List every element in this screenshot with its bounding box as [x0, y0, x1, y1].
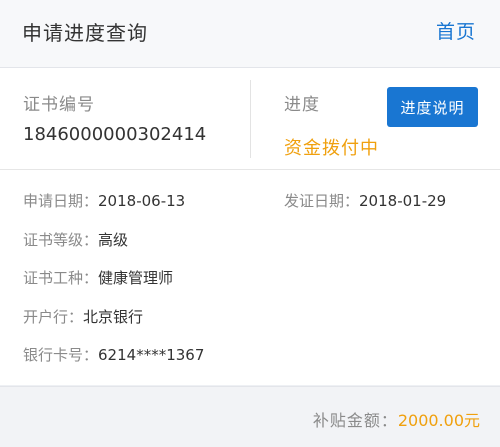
certificate-summary: 证书编号 1846000000302414 进度 进度说明 资金拨付中 — [0, 68, 500, 170]
subsidy-amount-label: 补贴金额： — [312, 411, 398, 430]
subsidy-footer: 补贴金额：2000.00元 — [0, 386, 500, 447]
certificate-type-label: 证书工种： — [23, 269, 99, 287]
bank-value: 北京银行 — [83, 308, 144, 326]
certificate-type-value: 健康管理师 — [98, 269, 174, 287]
card-number-value: 6214****1367 — [98, 346, 205, 364]
apply-date-value: 2018-06-13 — [98, 192, 186, 210]
certificate-level-label: 证书等级： — [23, 231, 99, 249]
issue-date-row: 发证日期：2018-01-29 — [284, 190, 446, 211]
application-details: 申请日期：2018-06-13 发证日期：2018-01-29 证书等级：高级 … — [0, 170, 500, 385]
apply-date-row: 申请日期：2018-06-13 — [23, 190, 185, 211]
progress-label: 进度 — [284, 95, 320, 115]
progress-status: 资金拨付中 — [284, 138, 379, 159]
summary-divider — [250, 80, 251, 158]
card-number-row: 银行卡号：6214****1367 — [23, 344, 204, 365]
certificate-number-value: 1846000000302414 — [23, 124, 207, 145]
certificate-level-value: 高级 — [98, 231, 129, 249]
home-link[interactable]: 首页 — [436, 17, 476, 44]
page-title: 申请进度查询 — [22, 21, 148, 45]
header-bar: 申请进度查询 首页 — [0, 0, 500, 68]
progress-query-page: 申请进度查询 首页 证书编号 1846000000302414 进度 进度说明 … — [0, 0, 500, 447]
bank-row: 开户行：北京银行 — [23, 306, 143, 327]
certificate-type-row: 证书工种：健康管理师 — [23, 267, 173, 288]
progress-explanation-button[interactable]: 进度说明 — [387, 87, 478, 127]
issue-date-value: 2018-01-29 — [359, 192, 447, 210]
bank-label: 开户行： — [23, 308, 84, 326]
subsidy-amount-value: 2000.00元 — [397, 411, 480, 430]
issue-date-label: 发证日期： — [284, 192, 360, 210]
card-number-label: 银行卡号： — [23, 346, 99, 364]
certificate-level-row: 证书等级：高级 — [23, 229, 128, 250]
certificate-number-label: 证书编号 — [23, 95, 95, 115]
subsidy-amount-row: 补贴金额：2000.00元 — [313, 407, 480, 431]
apply-date-label: 申请日期： — [23, 192, 99, 210]
